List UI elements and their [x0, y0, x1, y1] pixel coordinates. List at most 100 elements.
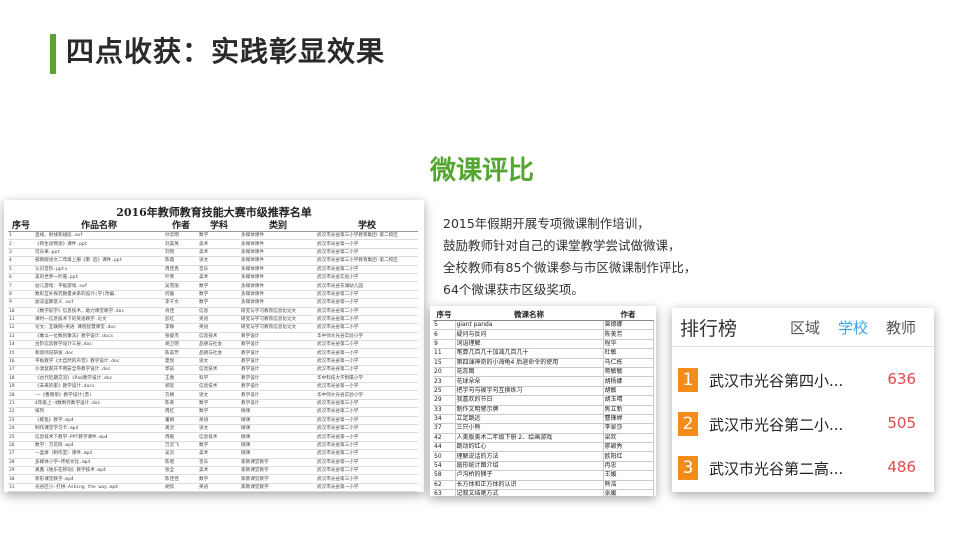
table-cell: 王春 — [164, 374, 198, 384]
table-cell: 信息技术 — [198, 365, 240, 375]
table-cell: 28 — [8, 458, 34, 467]
table-cell: 论文：互联网+英语 课程智慧课堂.doc — [34, 323, 164, 333]
table-cell: 42 — [433, 433, 456, 444]
table-cell: 15 — [433, 358, 456, 368]
column-header: 作品名称 — [34, 218, 164, 232]
table-cell: 黄灵 — [164, 424, 198, 434]
school-name: 武汉市光谷第二高... — [709, 460, 844, 478]
table-cell: 理解说话的方法 — [455, 451, 604, 462]
table-row: 63 记叙文结尾方式 张媛 — [433, 489, 654, 496]
description-line: 64个微课获市区级奖项。 — [443, 282, 584, 297]
table-cell: 教学设计 — [240, 340, 316, 350]
table-cell: 李静 — [164, 323, 198, 333]
table-row: 22 排列 周红 数学 微课 武汉市光谷第二小学 — [8, 407, 418, 417]
table-row: 37 三只小熊 李翠莎 — [433, 423, 654, 434]
table-cell: 数学 — [198, 441, 240, 451]
table-cell: 教学设计 — [240, 390, 316, 400]
table-cell: 54 — [433, 461, 456, 472]
table-cell: 光谷区小-打拼-Asking the way.mp4 — [34, 483, 164, 492]
table-row: 5 giant panda 曾德娜 — [433, 320, 654, 331]
ranking-item[interactable]: 1 武汉市光谷第四小... 636 — [678, 368, 926, 394]
table-row: 23 《鲸鱼》教学.mp4 董娟 英语 微课 武汉市光谷第一小学 — [8, 416, 418, 426]
table-cell: 武汉市光谷第一小学 — [316, 348, 418, 358]
table-cell: 美术 — [198, 449, 240, 459]
tab-teacher[interactable]: 教师 — [886, 317, 916, 338]
table-row: 16 平板教学《大自然的声音》教学设计.doc 夏悦 语文 教学设计 武汉市光谷第一小学 — [8, 357, 418, 367]
table-cell: 我喜欢的节日 — [455, 395, 604, 406]
table-cell: 华中师大光谷实验小学 — [316, 332, 418, 342]
table-cell: 家教课堂教学 — [240, 474, 316, 484]
table-cell: 《数学前学》信息技术，助力课堂教学.doc — [34, 307, 164, 316]
table-cell: 50 — [433, 451, 456, 462]
table-cell: 认识音阶.pptx — [34, 265, 164, 274]
column-header: 微课名称 — [455, 309, 603, 321]
table-row: 33 制作文明警示牌 焦立新 — [433, 405, 654, 415]
table-cell: 信息 — [198, 307, 240, 316]
table-row: 12 论文：互联网+英语 课程智慧课堂.doc 李静 英语 研究与学习教育信息化论文 武汉… — [8, 323, 418, 333]
section-subtitle: 微课评比 — [430, 156, 535, 186]
table-cell: 多媒体课件 — [240, 281, 316, 291]
table-cell: 5 — [8, 265, 34, 274]
table-cell: 周皓 — [164, 432, 198, 442]
table-cell: 微课 — [240, 416, 316, 426]
table-cell: 郑思 — [164, 382, 198, 392]
table-row: 20 ——《曹雨草》教学设计(苏) 方婧 语文 教学设计 华中师大光谷实验小学 — [8, 390, 418, 400]
column-header: 作者 — [603, 309, 653, 321]
table-cell: 胡欣 — [164, 483, 198, 492]
table-cell: 胡卫明 — [164, 340, 198, 350]
tab-school[interactable]: 学校 — [838, 317, 868, 338]
ranking-item[interactable]: 2 武汉市光谷第二小... 505 — [678, 412, 926, 438]
ranking-item[interactable]: 3 武汉市光谷第二高... 486 — [678, 456, 926, 482]
table-cell: 2 — [8, 239, 34, 249]
table-cell: 排列 — [34, 407, 164, 417]
table-row: 10 《数学前学》信息技术，助力课堂教学.doc 肖佳 信息 研究与学习教育信息化论文武… — [8, 307, 418, 316]
microlesson-list-image: 序号 微课名称 作者 5 giant panda 曾德娜 6 疑问与反问 陈美芳 9 词语理解 程华… — [430, 306, 656, 496]
table-cell: 7 — [8, 281, 34, 291]
table-row: 3 可乐果.ppt 刘瑶 美术 多媒体课件 武汉市光谷第二小学 — [8, 248, 418, 258]
table-cell: 蒋敏敏 — [603, 367, 654, 378]
table-cell: 李千文 — [164, 298, 198, 308]
table-cell: 29 — [433, 395, 456, 406]
table-cell: 家教课堂教学 — [240, 466, 316, 476]
table-cell: 武汉市光谷第二小学 — [316, 365, 418, 375]
table-cell: 华中师大光谷实验小学 — [316, 390, 418, 400]
table-cell: 华中科技大学附属小学 — [316, 374, 418, 384]
table-cell: 平板教学《大自然的声音》教学设计.doc — [34, 357, 164, 367]
table-cell: 《古代近期交流》iPad教学设计.doc — [34, 374, 164, 384]
table-row: 26 数学：万花筒.mp4 万云飞 数学 微课 武汉市光谷第三小学 — [8, 441, 418, 451]
tab-region[interactable]: 区域 — [790, 317, 820, 338]
table-cell: 武汉市光谷第二小学 — [316, 290, 418, 300]
table-cell: 微课 — [240, 441, 316, 451]
table-cell: 英语 — [198, 483, 240, 492]
table-cell: 卢沟桥的狮子 — [455, 470, 604, 481]
table-cell: 18 — [8, 374, 34, 384]
table-cell: 梁欢 — [603, 433, 654, 444]
table-cell: 教学设计 — [240, 357, 316, 367]
table-cell: 品德与社会 — [198, 340, 240, 350]
table-row: 24 制作课堂学习卡.mp4 黄灵 语文 微课 武汉市光谷第二小学 — [8, 424, 418, 434]
table-cell: 武汉市光谷第一小学 — [316, 298, 418, 308]
table-cell: 直线、射线和线段.swf — [34, 231, 164, 241]
table-cell: 美术 — [198, 248, 240, 258]
table-cell: 研究与学习教育信息化论文 — [240, 307, 316, 316]
table-cell: 数形互补探究数量关系的设计(学)改编. — [34, 290, 164, 300]
table-cell: 33 — [433, 405, 456, 415]
table-cell: 陈霞 — [164, 256, 198, 266]
table-cell: 曹锋婷 — [603, 414, 654, 425]
description-text: 2015年假期开展专项微课制作培训， 鼓励教师针对自己的课堂教学尝试做微课， 全… — [443, 213, 713, 301]
table-cell: 4 — [8, 256, 34, 266]
title-accent-bar — [50, 34, 56, 74]
table-cell: 武汉市光谷第一小学 — [316, 458, 418, 467]
table-cell: 34 — [433, 414, 456, 425]
table-cell: 多媒体课件 — [240, 256, 316, 266]
table-cell: 张全 — [164, 466, 198, 476]
table-cell: 美的世界一叶嘉.ppt — [34, 273, 164, 283]
table-cell: 25 — [433, 386, 456, 397]
column-header: 学科 — [198, 218, 240, 232]
table-cell: 音乐 — [198, 265, 240, 274]
table-cell: 多媒体课件 — [240, 298, 316, 308]
table-cell: 词语理解 — [455, 339, 604, 350]
table-cell: 陈昭 — [164, 458, 198, 467]
table-cell: 武汉市光谷第一小学 — [316, 483, 418, 492]
ranking-title: 排行榜 — [680, 318, 738, 340]
